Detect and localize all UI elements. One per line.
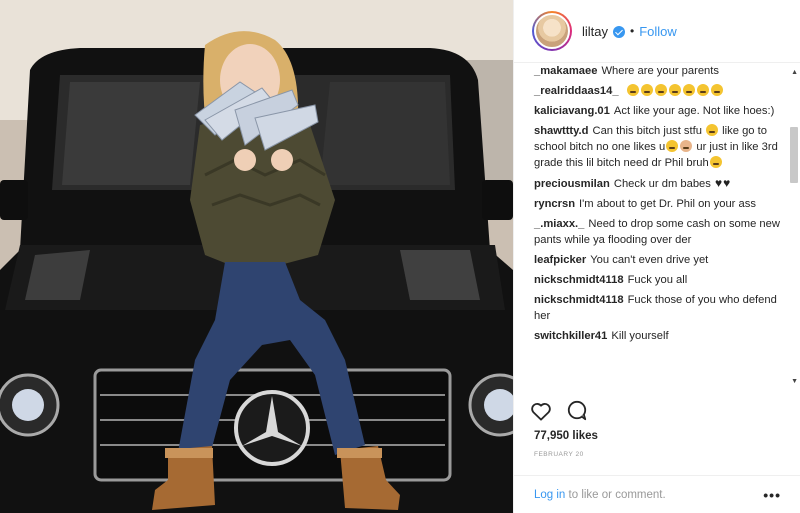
post-photo-illustration [0, 0, 513, 513]
comment-text: Check ur dm babes [613, 178, 711, 190]
comment-item: kaliciavang.01 Act like your age. Not lik… [534, 103, 781, 119]
comment-username[interactable]: _makamaee [534, 65, 597, 77]
more-options-icon[interactable]: ••• [763, 487, 781, 503]
comments-list[interactable]: _makamaee Where are your parents _realrid… [514, 63, 800, 393]
comment-text: You can't even drive yet [590, 254, 709, 266]
comment-username[interactable]: _.miaxx._ [534, 218, 584, 230]
avatar[interactable] [532, 11, 572, 51]
separator-dot: • [630, 24, 635, 38]
comment-item: switchkiller41 Kill yourself [534, 328, 781, 344]
comments-scrollbar[interactable]: ▲ ▼ [788, 63, 800, 393]
login-prompt-text: to like or comment. [565, 488, 666, 501]
post-date: FEBRUARY 20 [534, 451, 584, 458]
follow-button[interactable]: Follow [639, 24, 677, 39]
grimacing-face-emoji-icon [668, 84, 681, 96]
comment-item: shawttty.d Can this bitch just stfu like … [534, 123, 781, 171]
post-header: liltay • Follow [514, 0, 800, 63]
comment-text: Where are your parents [601, 65, 719, 77]
black-heart-emoji-icon: ♥ [714, 176, 723, 190]
comment-item: preciousmilan Check ur dm babes ♥♥ [534, 175, 781, 192]
comment-username[interactable]: nickschmidt4118 [534, 274, 624, 286]
likes-count[interactable]: 77,950 likes [534, 430, 598, 442]
comment-item: _realriddaas14_ [534, 83, 781, 99]
scroll-up-arrow-icon[interactable]: ▲ [791, 69, 798, 76]
grimacing-face-emoji-icon [706, 124, 719, 136]
instagram-post: liltay • Follow _makamaee Where are your … [0, 0, 800, 513]
comment-item: _.miaxx._ Need to drop some cash on some … [534, 216, 781, 248]
post-actions [530, 400, 588, 421]
grimacing-face-emoji-icon [666, 140, 679, 152]
comment-username[interactable]: switchkiller41 [534, 330, 607, 342]
comment-text: Fuck you all [627, 274, 688, 286]
username-link[interactable]: liltay [582, 24, 608, 39]
comment-item: leafpicker You can't even drive yet [534, 252, 781, 268]
comment-username[interactable]: preciousmilan [534, 178, 610, 190]
comment-item: nickschmidt4118 Fuck those of you who def… [534, 292, 781, 324]
grimacing-face-emoji-icon [709, 156, 722, 168]
login-link[interactable]: Log in [534, 489, 565, 501]
post-photo[interactable] [0, 0, 513, 513]
comment-username[interactable]: _realriddaas14_ [534, 85, 619, 97]
scroll-down-arrow-icon[interactable]: ▼ [791, 378, 798, 385]
comment-username[interactable]: leafpicker [534, 254, 586, 266]
comment-text: Kill yourself [611, 330, 669, 342]
comment-text: Can this bitch just stfu [592, 125, 702, 137]
avatar-image [534, 13, 570, 49]
scrollbar-thumb[interactable] [790, 127, 798, 183]
grimacing-face-emoji-icon [710, 84, 723, 96]
comment-item: ryncrsn I'm about to get Dr. Phil on your… [534, 196, 781, 212]
middle-finger-emoji-icon [680, 140, 693, 152]
comment-text: I'm about to get Dr. Phil on your ass [579, 198, 756, 210]
comment-item: _makamaee Where are your parents [534, 63, 781, 79]
post-sidebar: liltay • Follow _makamaee Where are your … [513, 0, 800, 513]
comment-text: Act like your age. Not like hoes:) [613, 105, 775, 117]
heart-outline-icon[interactable] [530, 401, 552, 421]
grimacing-face-emoji-icon [640, 84, 653, 96]
comment-username[interactable]: shawttty.d [534, 125, 589, 137]
grimacing-face-emoji-icon [654, 84, 667, 96]
speech-bubble-icon[interactable] [566, 400, 588, 421]
login-prompt: Log in to like or comment. [534, 489, 666, 501]
comment-username[interactable]: nickschmidt4118 [534, 294, 624, 306]
comment-username[interactable]: kaliciavang.01 [534, 105, 610, 117]
verified-badge-icon [613, 26, 626, 38]
post-footer: Log in to like or comment. ••• [514, 475, 800, 513]
grimacing-face-emoji-icon [626, 84, 639, 96]
comment-item: nickschmidt4118 Fuck you all [534, 272, 781, 288]
grimacing-face-emoji-icon [696, 84, 709, 96]
grimacing-face-emoji-icon [682, 84, 695, 96]
comment-username[interactable]: ryncrsn [534, 198, 575, 210]
black-heart-emoji-icon: ♥ [723, 176, 731, 190]
